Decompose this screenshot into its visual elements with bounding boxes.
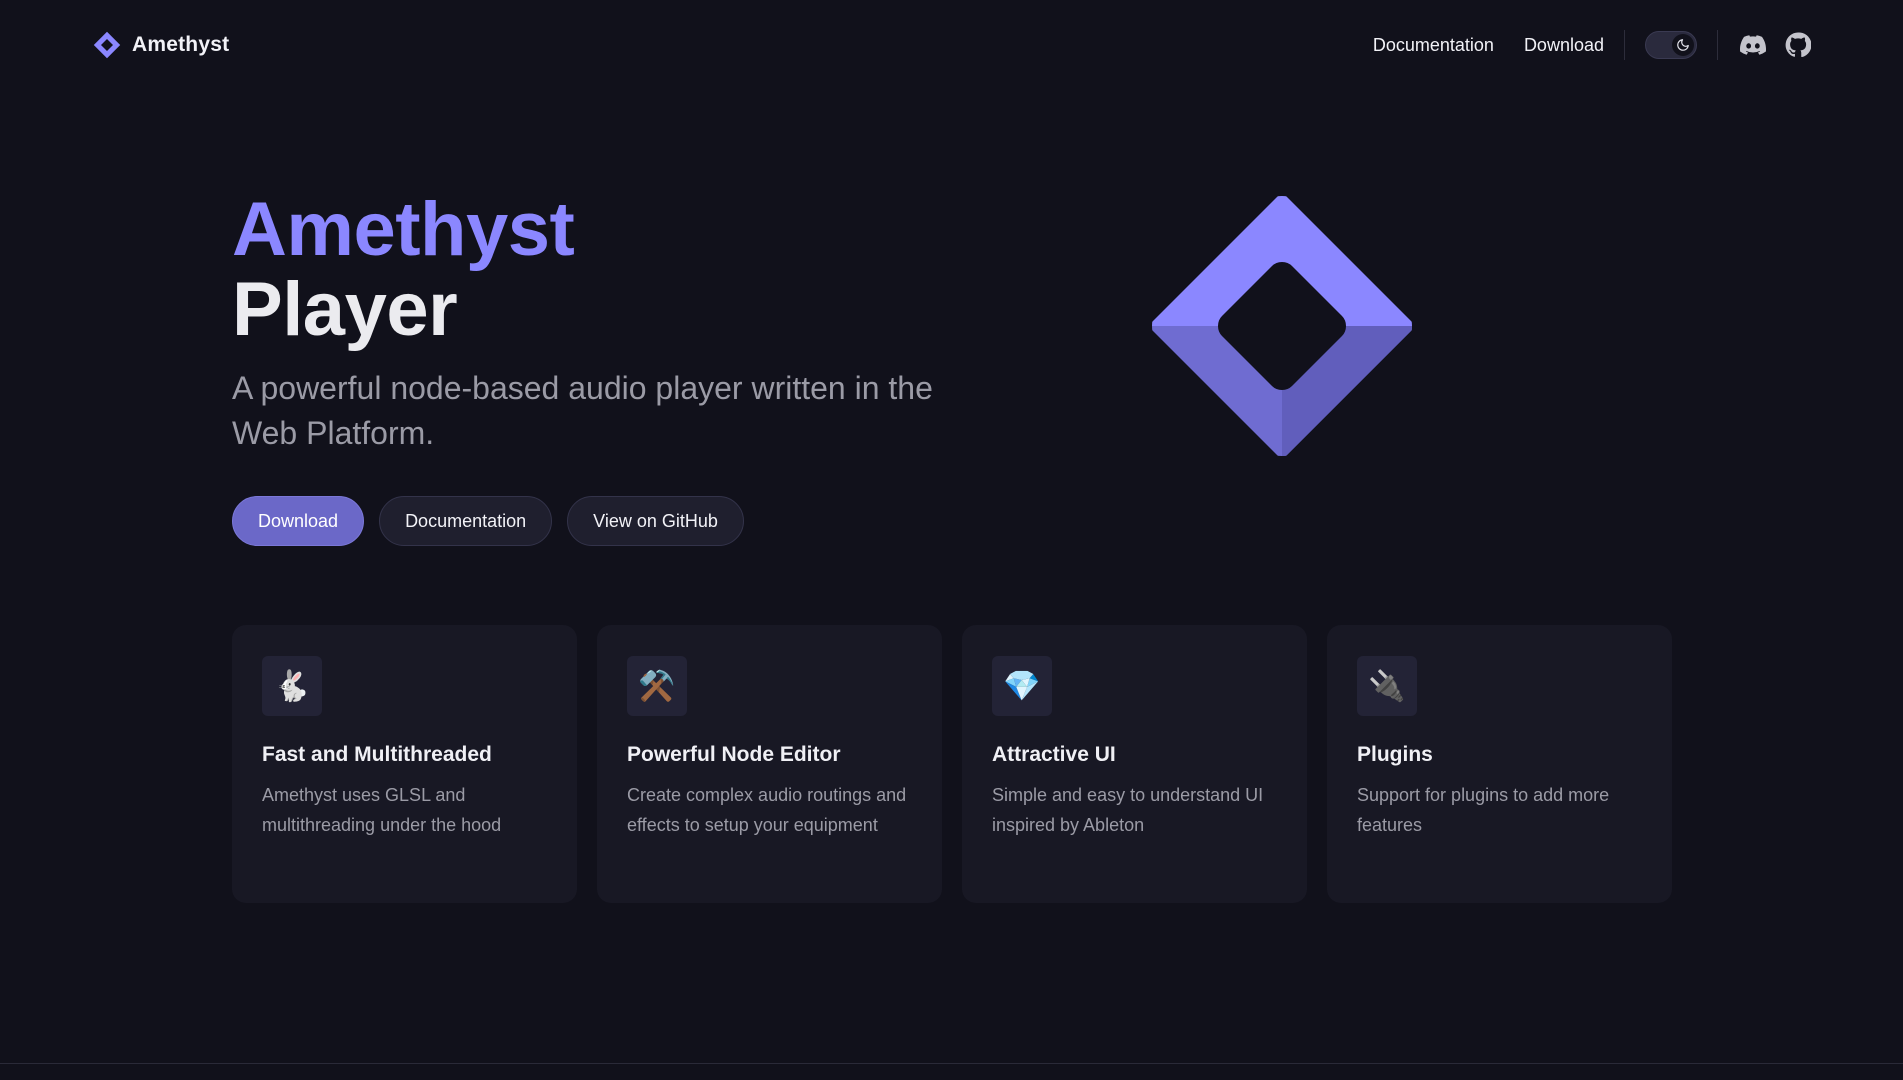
hero-title-accent: Amethyst (232, 187, 575, 272)
hero-title-plain: Player (232, 267, 458, 352)
feature-description: Amethyst uses GLSL and multithreading un… (262, 785, 502, 835)
feature-description: Create complex audio routings and effect… (627, 785, 907, 835)
view-on-github-button[interactable]: View on GitHub (567, 496, 744, 546)
github-icon (1785, 32, 1811, 58)
hero-title: Amethyst Player (232, 190, 992, 350)
feature-card: ⚒️ Powerful Node Editor Create complex a… (597, 625, 942, 903)
brand-home-link[interactable]: Amethyst (92, 30, 229, 60)
top-navbar: Amethyst Documentation Download (0, 0, 1903, 90)
feature-title: Attractive UI (992, 743, 1116, 766)
hero-section: Amethyst Player A powerful node-based au… (232, 190, 992, 546)
nav-actions: Documentation Download (1373, 26, 1813, 64)
discord-link[interactable] (1738, 30, 1768, 60)
hero-actions: Download Documentation View on GitHub (232, 496, 992, 546)
feature-title: Fast and Multithreaded (262, 743, 492, 766)
hammer-and-pick-icon: ⚒️ (627, 656, 687, 716)
hero-tagline: A powerful node-based audio player writt… (232, 370, 933, 451)
feature-title: Plugins (1357, 743, 1433, 766)
moon-icon (1672, 34, 1694, 56)
nav-link-documentation[interactable]: Documentation (1373, 35, 1494, 56)
nav-link-download[interactable]: Download (1524, 35, 1604, 56)
amethyst-logo-icon (93, 31, 121, 59)
theme-toggle[interactable] (1645, 31, 1697, 59)
gem-icon: 💎 (992, 656, 1052, 716)
rabbit-icon: 🐇 (262, 656, 322, 716)
nav-divider (1624, 30, 1625, 60)
documentation-button[interactable]: Documentation (379, 496, 553, 546)
landing-page: Amethyst Documentation Download Amethyst… (0, 0, 1903, 1080)
discord-icon (1740, 35, 1766, 55)
hero-amethyst-logo-icon (1152, 196, 1412, 456)
footer-divider (0, 1063, 1903, 1064)
nav-divider (1717, 30, 1718, 60)
download-button[interactable]: Download (232, 496, 365, 546)
brand-name: Amethyst (132, 33, 230, 56)
feature-card: 🐇 Fast and Multithreaded Amethyst uses G… (232, 625, 577, 903)
feature-title: Powerful Node Editor (627, 743, 841, 766)
feature-description: Support for plugins to add more features (1357, 785, 1610, 835)
plug-icon: 🔌 (1357, 656, 1417, 716)
feature-description: Simple and easy to understand UI inspire… (992, 785, 1264, 835)
feature-card: 🔌 Plugins Support for plugins to add mor… (1327, 625, 1672, 903)
feature-card: 💎 Attractive UI Simple and easy to under… (962, 625, 1307, 903)
github-link[interactable] (1783, 30, 1813, 60)
features-grid: 🐇 Fast and Multithreaded Amethyst uses G… (232, 625, 1672, 903)
